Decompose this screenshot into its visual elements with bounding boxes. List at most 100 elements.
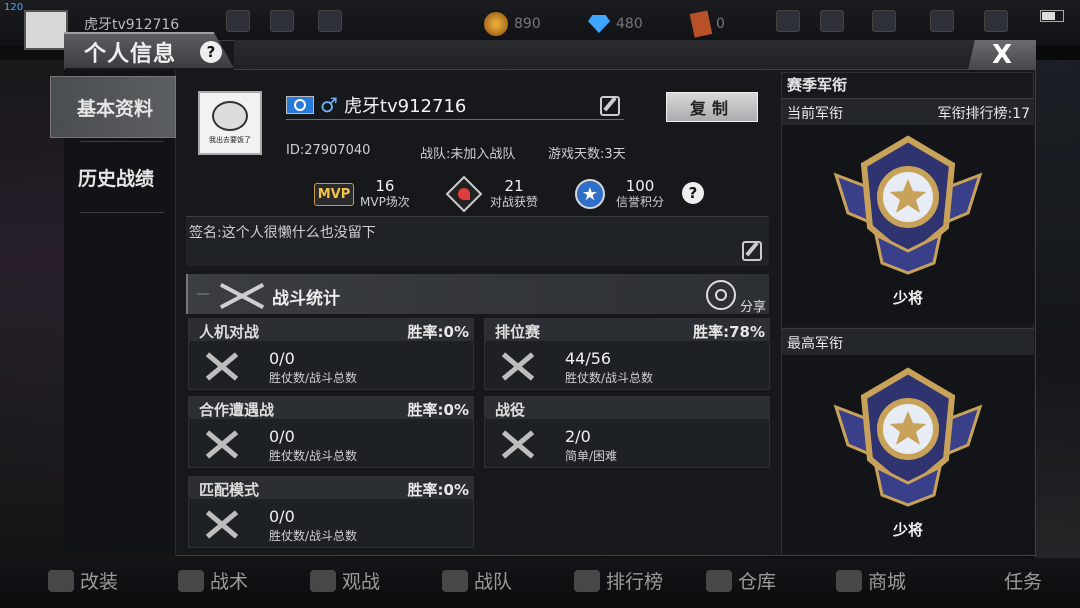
card-subtitle: 胜仗数/战斗总数	[269, 529, 358, 543]
current-rank-box: 当前军衔 军衔排行榜:17 少将	[782, 98, 1034, 324]
copy-button[interactable]: 复制	[666, 92, 758, 122]
add-icon[interactable]	[776, 10, 800, 32]
nav-warehouse[interactable]: 仓库	[706, 567, 776, 594]
edit-name-icon[interactable]	[600, 96, 620, 116]
help-button[interactable]: ?	[200, 41, 222, 63]
stat-credit: ★ 100 信誉积分	[572, 174, 664, 214]
card-value: 2/0	[565, 427, 591, 446]
nav-leaderboard[interactable]: 排行榜	[574, 567, 663, 594]
nav-label: 排行榜	[606, 571, 664, 593]
signature-text: 签名:这个人很懒什么也没留下	[189, 225, 376, 241]
nav-spectate[interactable]: 观战	[310, 567, 380, 594]
diamond-amount: 480	[616, 16, 643, 32]
home-icon[interactable]	[226, 10, 250, 32]
stat-value: 16	[375, 177, 395, 196]
rank-leaderboard-link[interactable]: 军衔排行榜:17	[937, 103, 1030, 123]
close-button[interactable]: X	[968, 40, 1036, 70]
grid-icon[interactable]	[318, 10, 342, 32]
warehouse-icon	[706, 569, 732, 592]
card-win-rate: 胜率:78%	[693, 323, 765, 341]
trophy-icon	[574, 569, 600, 592]
player-id: ID:27907040	[286, 143, 371, 158]
card-match[interactable]: 匹配模式 胜率:0% 0/0 胜仗数/战斗总数	[188, 476, 474, 548]
edit-signature-icon[interactable]	[742, 241, 762, 261]
card-title: 战役	[495, 401, 526, 419]
nav-clan[interactable]: 战队	[442, 567, 512, 594]
diamond-icon	[588, 15, 610, 33]
nav-label: 仓库	[738, 571, 777, 593]
share-label[interactable]: 分享	[740, 296, 766, 315]
nav-label: 战队	[474, 571, 513, 593]
player-avatar[interactable]: 我出去要饭了	[198, 91, 262, 155]
current-rank-name: 少将	[892, 289, 923, 307]
settings-gear-icon[interactable]	[930, 10, 954, 32]
player-nickname: 虎牙tv912716	[343, 95, 467, 117]
crossed-swords-icon	[499, 427, 535, 461]
card-subtitle: 胜仗数/战斗总数	[269, 449, 358, 463]
menu-history[interactable]: 历史战绩	[76, 146, 176, 208]
ticket-icon	[689, 10, 713, 38]
collapse-dash: —	[196, 286, 210, 302]
nav-tactics[interactable]: 战术	[178, 567, 248, 594]
highest-rank-label: 最高军衔	[787, 336, 843, 352]
major-general-medal-icon	[833, 135, 983, 275]
name-row: ♂ 虎牙tv912716	[286, 90, 624, 120]
highest-rank-name: 少将	[892, 521, 923, 539]
crossed-swords-icon	[499, 349, 535, 383]
menu-basic-info[interactable]: 基本资料	[50, 76, 176, 138]
wrench-icon	[48, 569, 74, 592]
mail-icon[interactable]	[872, 10, 896, 32]
stat-likes: 21 对战获赞	[445, 174, 539, 214]
stat-value: 100	[625, 177, 655, 196]
card-subtitle: 胜仗数/战斗总数	[565, 371, 654, 385]
stat-label: 对战获赞	[490, 194, 539, 209]
stats-help-button[interactable]: ?	[682, 182, 704, 204]
star-icon: ★	[575, 179, 605, 209]
card-ranked[interactable]: 排位赛 胜率:78% 44/56 胜仗数/战斗总数	[484, 318, 770, 390]
gold-amount: 890	[514, 16, 541, 32]
gold-coin-icon	[484, 12, 508, 36]
avatar-face-icon	[212, 101, 248, 131]
card-subtitle: 简单/困难	[565, 449, 618, 463]
current-rank-label: 当前军衔	[787, 106, 843, 122]
highest-rank-box: 最高军衔 少将	[782, 328, 1034, 554]
crown-icon[interactable]	[270, 10, 294, 32]
side-menu	[64, 70, 176, 556]
share-icon[interactable]	[706, 280, 736, 310]
crossed-swords-icon	[203, 507, 239, 541]
stat-mvp: MVP 16 MVP场次	[313, 174, 410, 214]
skull-icon	[178, 569, 204, 592]
rank-panel-title: 赛季军衔	[787, 76, 848, 94]
heart-icon	[445, 175, 483, 213]
book-icon[interactable]	[984, 10, 1008, 32]
nav-label: 观战	[342, 571, 381, 593]
gender-male-icon: ♂	[320, 92, 338, 117]
card-win-rate: 胜率:0%	[407, 401, 469, 419]
card-pve[interactable]: 人机对战 胜率:0% 0/0 胜仗数/战斗总数	[188, 318, 474, 390]
fps-counter: 120	[4, 2, 24, 13]
title-rail	[234, 40, 974, 70]
card-title: 匹配模式	[199, 481, 260, 499]
hud-player-name: 虎牙tv912716	[84, 17, 180, 33]
battle-stats-title: 战斗统计	[272, 289, 340, 309]
signature-box: 签名:这个人很懒什么也没留下	[186, 216, 769, 266]
ticket-amount: 0	[716, 16, 725, 32]
card-coop[interactable]: 合作遭遇战 胜率:0% 0/0 胜仗数/战斗总数	[188, 396, 474, 468]
card-title: 人机对战	[199, 323, 260, 341]
nav-modify[interactable]: 改装	[48, 567, 118, 594]
diamond-currency: 480	[588, 12, 643, 36]
hud-avatar[interactable]	[24, 10, 68, 50]
menu-divider	[80, 141, 164, 142]
crossed-swords-icon	[203, 427, 239, 461]
player-clan: 战队:未加入战队	[420, 147, 516, 162]
nav-label: 改装	[80, 571, 119, 593]
mvp-icon: MVP	[313, 182, 355, 206]
stat-label: 信誉积分	[616, 194, 665, 209]
friends-icon[interactable]	[820, 10, 844, 32]
card-campaign[interactable]: 战役 2/0 简单/困难	[484, 396, 770, 468]
card-value: 0/0	[269, 427, 295, 446]
gold-currency: 890	[484, 12, 541, 36]
window-title: 个人信息	[84, 42, 177, 67]
nav-tasks[interactable]: 任务	[1004, 567, 1042, 594]
nav-shop[interactable]: 商城	[836, 567, 906, 594]
